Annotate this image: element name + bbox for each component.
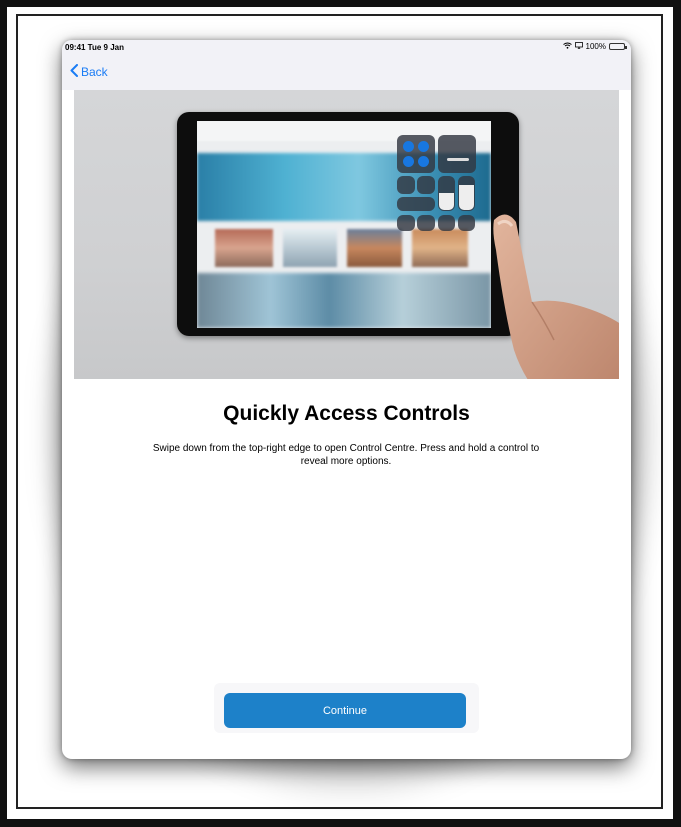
ipad-illustration: [177, 112, 519, 336]
continue-button[interactable]: Continue: [224, 693, 466, 728]
hero-illustration: [74, 90, 619, 379]
page-description: Swipe down from the top-right edge to op…: [152, 443, 540, 467]
status-indicators: 100%: [562, 42, 627, 51]
page-title: Quickly Access Controls: [223, 402, 470, 425]
battery-percent: 100%: [585, 42, 606, 51]
control-centre-illustration: [397, 135, 477, 239]
back-button[interactable]: Back: [70, 64, 108, 80]
hand-illustration: [493, 214, 619, 379]
chevron-left-icon: [70, 64, 81, 80]
back-label: Back: [81, 65, 108, 79]
status-bar: 09:41 Tue 9 Jan 100%: [62, 40, 631, 54]
status-time: 09:41 Tue 9 Jan: [65, 43, 124, 52]
device-screen: 09:41 Tue 9 Jan 100% Back Quickly Access…: [62, 40, 631, 759]
ipad-screen-illustration: [197, 121, 491, 328]
screen-mirroring-icon: [574, 42, 583, 51]
battery-icon: [609, 43, 627, 50]
nav-bar: Back: [62, 54, 631, 90]
wifi-icon: [562, 42, 572, 51]
